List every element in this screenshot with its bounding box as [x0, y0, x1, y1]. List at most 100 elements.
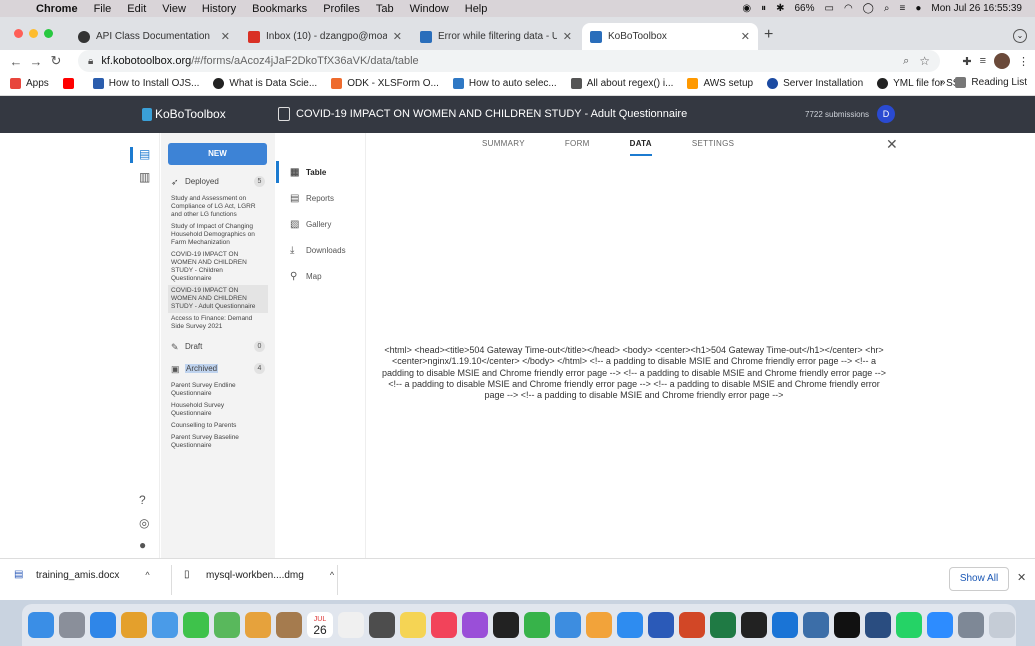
zoom-window-button[interactable] [44, 29, 53, 38]
support-icon[interactable]: ◎ [139, 516, 149, 530]
download-item-docx[interactable]: ▤ training_amis.docx ^ [14, 569, 150, 581]
subnav-downloads[interactable]: ⤓ Downloads [290, 245, 346, 256]
kobo-logo[interactable]: KoBoToolbox [142, 107, 226, 121]
bluetooth-icon[interactable]: ✱ [771, 3, 789, 14]
forward-icon[interactable]: → [26, 54, 46, 69]
podcasts-icon[interactable] [462, 612, 488, 638]
contacts-icon[interactable] [276, 612, 302, 638]
pause-icon[interactable]: ⏸ [756, 3, 771, 14]
battery-icon[interactable]: ▭ [819, 3, 838, 14]
profile-avatar[interactable] [994, 53, 1010, 69]
help-icon[interactable]: ? [139, 493, 146, 507]
tab-kobotoolbox[interactable]: KoBoToolbox ✕ [582, 23, 758, 50]
zoom-icon[interactable]: ⌕ [903, 55, 909, 68]
music-icon[interactable] [431, 612, 457, 638]
github-status-icon[interactable]: ◉ [737, 3, 756, 14]
safari-icon[interactable] [90, 612, 116, 638]
menu-file[interactable]: File [86, 3, 120, 15]
close-tab-icon[interactable]: ✕ [741, 30, 750, 43]
lock-icon[interactable]: 🔒︎ [88, 56, 93, 67]
messages-icon[interactable] [183, 612, 209, 638]
download-item-dmg[interactable]: ▯ mysql-workben....dmg ^ [184, 569, 334, 581]
bookmark-aws[interactable]: AWS setup [687, 78, 753, 89]
projects-icon[interactable]: ▤ [139, 147, 150, 161]
close-tab-icon[interactable]: ✕ [221, 30, 230, 43]
trash-icon[interactable] [989, 612, 1015, 638]
user-avatar[interactable]: D [877, 105, 895, 123]
bookmark-apps[interactable]: Apps [10, 78, 49, 89]
search-icon[interactable]: ⌕ [879, 3, 895, 14]
app-store-icon[interactable] [617, 612, 643, 638]
list-item[interactable]: Access to Finance: Demand Side Survey 20… [168, 313, 268, 333]
maps-icon[interactable] [214, 612, 240, 638]
virtualbox-icon[interactable] [803, 612, 829, 638]
close-tab-icon[interactable]: ✕ [563, 30, 572, 43]
subnav-reports[interactable]: ▤ Reports [290, 193, 334, 204]
reading-list-button[interactable]: Reading List [955, 77, 1027, 88]
network-icon[interactable] [865, 612, 891, 638]
library-icon[interactable]: ▥ [139, 170, 150, 184]
wifi-icon[interactable]: ◠ [839, 3, 858, 14]
address-bar[interactable]: 🔒︎ kf.kobotoolbox.org/#/forms/aAcoz4jJaF… [78, 50, 940, 72]
menu-history[interactable]: History [194, 3, 244, 15]
battery-percent[interactable]: 66% [789, 3, 819, 14]
minimize-window-button[interactable] [29, 29, 38, 38]
subnav-map[interactable]: ⚲ Map [290, 271, 322, 282]
control-center-icon[interactable]: ≡ [894, 3, 910, 14]
section-archived[interactable]: ▣ Archived 4 [171, 363, 265, 374]
word-icon[interactable] [648, 612, 674, 638]
tab-data[interactable]: DATA [629, 139, 652, 156]
reload-icon[interactable]: ↻ [46, 53, 66, 69]
list-item[interactable]: Study of Impact of Changing Household De… [168, 221, 268, 249]
powerpoint-icon[interactable] [679, 612, 705, 638]
whatsapp-icon[interactable] [896, 612, 922, 638]
tab-search-icon[interactable]: ⌄ [1013, 29, 1027, 43]
menu-edit[interactable]: Edit [119, 3, 154, 15]
menu-view[interactable]: View [154, 3, 194, 15]
back-icon[interactable]: ← [6, 54, 26, 69]
github-icon[interactable]: ● [139, 538, 146, 552]
more-bookmarks-icon[interactable]: » [940, 77, 946, 88]
bookmark-youtube[interactable] [62, 78, 79, 89]
siri-icon[interactable]: ● [910, 3, 926, 14]
pages-icon[interactable] [586, 612, 612, 638]
list-item[interactable]: COVID-19 IMPACT ON WOMEN AND CHILDREN ST… [168, 249, 268, 285]
sublime-icon[interactable] [369, 612, 395, 638]
tab-settings[interactable]: SETTINGS [692, 139, 734, 156]
menu-profiles[interactable]: Profiles [315, 3, 368, 15]
bookmark-star-icon[interactable]: ☆ [919, 54, 930, 68]
close-tab-icon[interactable]: ✕ [393, 30, 402, 43]
reminders-icon[interactable] [338, 612, 364, 638]
close-shelf-icon[interactable]: ✕ [1017, 571, 1026, 584]
close-icon[interactable]: ✕ [886, 136, 898, 153]
extensions-icon[interactable]: ✚ [962, 55, 971, 68]
zoom-icon[interactable] [927, 612, 953, 638]
tab-form[interactable]: FORM [565, 139, 590, 156]
section-deployed[interactable]: ➶ Deployed 5 [171, 176, 265, 187]
tab-summary[interactable]: SUMMARY [482, 139, 525, 156]
menu-bookmarks[interactable]: Bookmarks [244, 3, 315, 15]
new-project-button[interactable]: NEW [168, 143, 267, 165]
activity-monitor-icon[interactable] [834, 612, 860, 638]
chrome-icon[interactable] [121, 612, 147, 638]
numbers-icon[interactable] [524, 612, 550, 638]
user-switch-icon[interactable]: ◯ [858, 3, 879, 14]
subnav-gallery[interactable]: ▧ Gallery [290, 219, 331, 230]
launchpad-icon[interactable] [59, 612, 85, 638]
chrome-menu-icon[interactable]: ⋮ [1018, 55, 1029, 68]
list-item[interactable]: Study and Assessment on Compliance of LG… [168, 193, 268, 221]
list-item[interactable]: Parent Survey Endline Questionnaire [168, 380, 268, 400]
bookmark-ojs[interactable]: How to Install OJS... [92, 78, 199, 89]
tv-icon[interactable] [493, 612, 519, 638]
teamviewer-icon[interactable] [772, 612, 798, 638]
bookmark-auto-select[interactable]: How to auto selec... [452, 78, 557, 89]
excel-icon[interactable] [710, 612, 736, 638]
media-controls-icon[interactable]: ≡ [980, 55, 986, 67]
menubar-clock[interactable]: Mon Jul 26 16:55:39 [926, 3, 1027, 14]
show-all-button[interactable]: Show All [949, 567, 1009, 591]
list-item[interactable]: Counselling to Parents [168, 420, 268, 432]
new-tab-button[interactable]: + [764, 26, 773, 44]
menu-app-name[interactable]: Chrome [28, 3, 86, 15]
downloads-stack-icon[interactable] [958, 612, 984, 638]
chevron-up-icon[interactable]: ^ [145, 570, 149, 580]
